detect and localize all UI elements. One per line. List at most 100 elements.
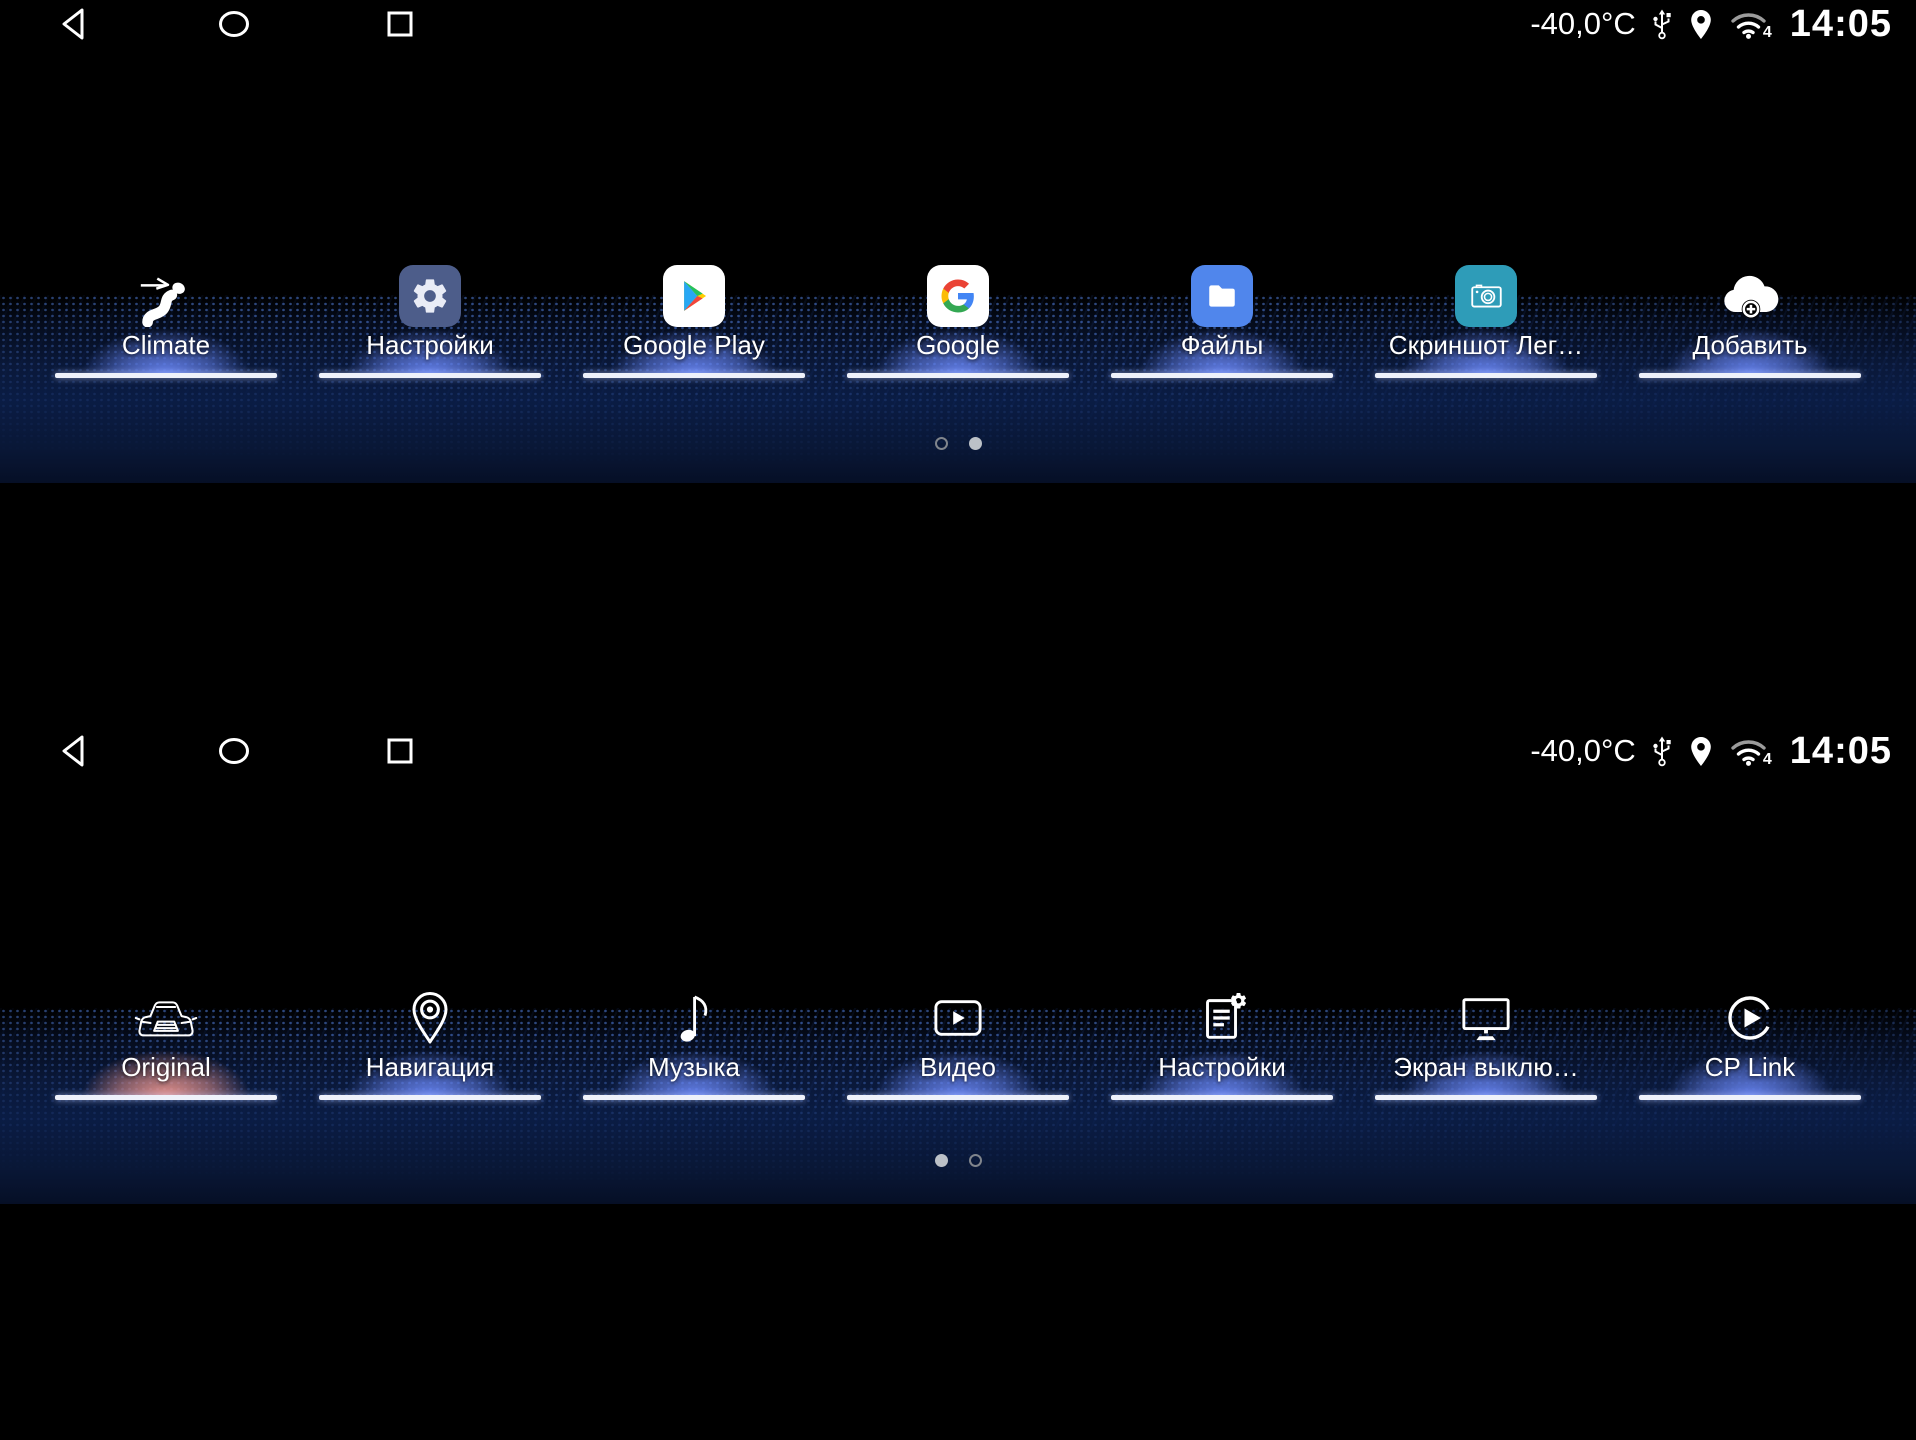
app-label: Google Play — [623, 330, 765, 360]
app-label: Настройки — [366, 330, 494, 360]
home-button[interactable] — [214, 5, 254, 43]
temperature-readout: -40,0°C — [1530, 733, 1635, 769]
app-icon-box — [1455, 986, 1517, 1050]
navigation-icon — [406, 990, 454, 1046]
clock: 14:05 — [1790, 3, 1892, 46]
status-bar: -40,0°C 4 14:05 — [0, 0, 1916, 48]
app-cp-link[interactable]: CP Link — [1618, 972, 1882, 1104]
status-indicators: -40,0°C 4 14:05 — [1530, 727, 1892, 775]
app-row: Original Навигация Музыка ВидеоНастройки Экр… — [34, 972, 1882, 1104]
app-tile — [1455, 265, 1517, 327]
app-label: CP Link — [1705, 1052, 1796, 1082]
app-tile — [663, 265, 725, 327]
back-button[interactable] — [55, 5, 93, 43]
platform-line — [1375, 1095, 1597, 1100]
app-settings2[interactable]: Настройки — [1090, 972, 1354, 1104]
app-label: Добавить — [1693, 330, 1808, 360]
app-icon-box — [1723, 986, 1777, 1050]
app-icon-box — [663, 264, 725, 328]
music-icon — [673, 990, 715, 1046]
recents-icon — [383, 734, 417, 768]
app-label: Climate — [122, 330, 210, 360]
app-label: Музыка — [648, 1052, 740, 1082]
app-video[interactable]: Видео — [826, 972, 1090, 1104]
app-label: Навигация — [366, 1052, 494, 1082]
platform-line — [55, 1095, 277, 1100]
home-page-2: -40,0°C 4 14:05 Climate Настройки Google Play… — [0, 0, 1916, 483]
page-indicator — [0, 1154, 1916, 1167]
platform-line — [55, 373, 277, 378]
app-music[interactable]: Музыка — [562, 972, 826, 1104]
app-label: Экран выклю… — [1393, 1052, 1578, 1082]
page-dot-2[interactable] — [969, 437, 982, 450]
page-dot-1[interactable] — [935, 1154, 948, 1167]
home-page-1: -40,0°C 4 14:05 Original Навигация Музыка Виде… — [0, 483, 1916, 1204]
climate-icon — [135, 265, 197, 327]
app-icon-box — [1455, 264, 1517, 328]
home-icon — [214, 5, 254, 43]
app-screenshot[interactable]: Скриншот Лег… — [1354, 250, 1618, 382]
back-button[interactable] — [55, 732, 93, 770]
screenshot-icon — [1468, 278, 1505, 315]
app-label: Google — [916, 330, 1000, 360]
google-icon — [940, 278, 976, 314]
platform-line — [847, 373, 1069, 378]
app-files[interactable]: Файлы — [1090, 250, 1354, 382]
recents-button[interactable] — [383, 7, 417, 41]
app-screen-off[interactable]: Экран выклю… — [1354, 972, 1618, 1104]
location-icon — [1688, 9, 1714, 40]
video-icon — [927, 993, 989, 1043]
screen-off-icon — [1455, 992, 1517, 1044]
app-google-play[interactable]: Google Play — [562, 250, 826, 382]
status-indicators: -40,0°C 4 14:05 — [1530, 0, 1892, 48]
app-icon-box — [673, 986, 715, 1050]
app-climate[interactable]: Climate — [34, 250, 298, 382]
app-label: Файлы — [1181, 330, 1264, 360]
app-google[interactable]: Google — [826, 250, 1090, 382]
platform-line — [1111, 1095, 1333, 1100]
temperature-readout: -40,0°C — [1530, 6, 1635, 42]
app-original[interactable]: Original — [34, 972, 298, 1104]
app-tile — [1191, 265, 1253, 327]
settings2-icon — [1194, 990, 1250, 1046]
app-icon-box — [927, 264, 989, 328]
files-icon — [1205, 279, 1239, 313]
usb-icon — [1651, 8, 1673, 40]
settings-icon — [410, 276, 450, 316]
platform-line — [1111, 373, 1333, 378]
page-dot-2[interactable] — [969, 1154, 982, 1167]
wifi-icon: 4 — [1729, 7, 1771, 41]
wifi-icon: 4 — [1729, 734, 1771, 768]
cp-link-icon — [1723, 991, 1777, 1045]
platform-line — [1639, 1095, 1861, 1100]
google-play-icon — [677, 279, 711, 313]
platform-line — [583, 373, 805, 378]
location-icon — [1688, 736, 1714, 767]
app-settings[interactable]: Настройки — [298, 250, 562, 382]
clock: 14:05 — [1790, 730, 1892, 773]
platform-line — [1639, 373, 1861, 378]
back-icon — [55, 732, 93, 770]
app-tile — [927, 265, 989, 327]
app-icon-box — [399, 264, 461, 328]
app-icon-box — [133, 986, 199, 1050]
home-button[interactable] — [214, 732, 254, 770]
recents-icon — [383, 7, 417, 41]
home-icon — [214, 732, 254, 770]
app-row: Climate Настройки Google Play Google Файлы Ск… — [34, 250, 1882, 382]
platform-line — [583, 1095, 805, 1100]
wifi-network-badge: 4 — [1763, 24, 1772, 42]
platform-line — [1375, 373, 1597, 378]
usb-icon — [1651, 735, 1673, 767]
app-icon-box — [927, 986, 989, 1050]
app-label: Original — [121, 1052, 211, 1082]
app-icon-box — [1719, 264, 1781, 328]
page-indicator — [0, 437, 1916, 450]
platform-line — [319, 1095, 541, 1100]
recents-button[interactable] — [383, 734, 417, 768]
wifi-network-badge: 4 — [1763, 751, 1772, 769]
app-add[interactable]: Добавить — [1618, 250, 1882, 382]
app-icon-box — [1191, 264, 1253, 328]
page-dot-1[interactable] — [935, 437, 948, 450]
app-navigation[interactable]: Навигация — [298, 972, 562, 1104]
